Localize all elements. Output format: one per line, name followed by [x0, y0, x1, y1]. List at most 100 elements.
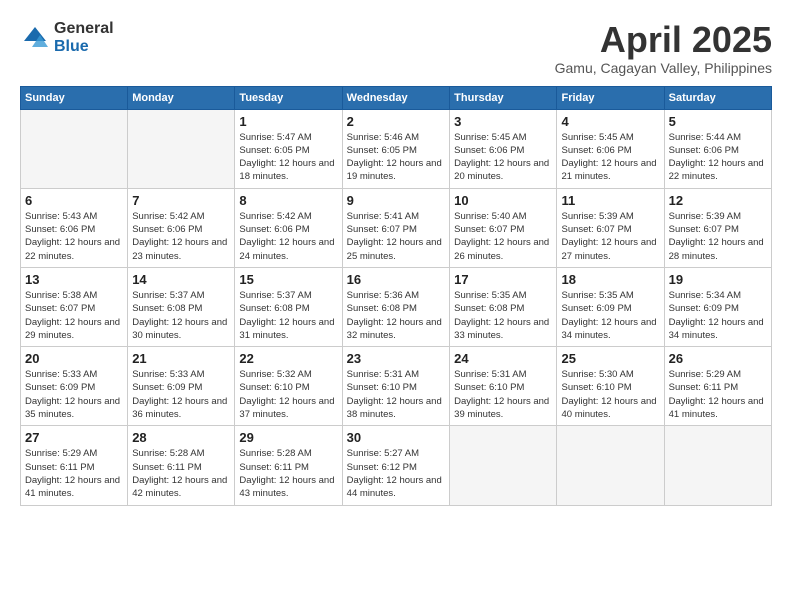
day-number: 14	[132, 272, 230, 287]
day-number: 25	[561, 351, 659, 366]
weekday-header: Sunday	[21, 86, 128, 109]
day-info: Sunrise: 5:38 AMSunset: 6:07 PMDaylight:…	[25, 289, 123, 342]
calendar-day-cell	[557, 426, 664, 505]
calendar-table: SundayMondayTuesdayWednesdayThursdayFrid…	[20, 86, 772, 506]
calendar-day-cell: 21 Sunrise: 5:33 AMSunset: 6:09 PMDayligh…	[128, 347, 235, 426]
calendar-day-cell: 29 Sunrise: 5:28 AMSunset: 6:11 PMDayligh…	[235, 426, 342, 505]
day-info: Sunrise: 5:29 AMSunset: 6:11 PMDaylight:…	[25, 447, 123, 500]
calendar-day-cell: 1 Sunrise: 5:47 AMSunset: 6:05 PMDaylight…	[235, 109, 342, 188]
day-number: 21	[132, 351, 230, 366]
day-info: Sunrise: 5:45 AMSunset: 6:06 PMDaylight:…	[561, 131, 659, 184]
day-number: 27	[25, 430, 123, 445]
calendar-day-cell: 30Sunrise: 5:27 AMSunset: 6:12 PMDayligh…	[342, 426, 449, 505]
calendar-day-cell: 17 Sunrise: 5:35 AMSunset: 6:08 PMDayligh…	[450, 267, 557, 346]
day-info: Sunrise: 5:44 AMSunset: 6:06 PMDaylight:…	[669, 131, 767, 184]
day-info: Sunrise: 5:33 AMSunset: 6:09 PMDaylight:…	[25, 368, 123, 421]
calendar-day-cell	[21, 109, 128, 188]
day-number: 10	[454, 193, 552, 208]
calendar-day-cell: 12 Sunrise: 5:39 AMSunset: 6:07 PMDayligh…	[664, 188, 771, 267]
day-info: Sunrise: 5:28 AMSunset: 6:11 PMDaylight:…	[239, 447, 337, 500]
day-info: Sunrise: 5:36 AMSunset: 6:08 PMDaylight:…	[347, 289, 445, 342]
day-number: 18	[561, 272, 659, 287]
day-info: Sunrise: 5:31 AMSunset: 6:10 PMDaylight:…	[347, 368, 445, 421]
day-number: 24	[454, 351, 552, 366]
logo: General Blue	[20, 20, 114, 55]
day-number: 9	[347, 193, 445, 208]
calendar-day-cell: 28 Sunrise: 5:28 AMSunset: 6:11 PMDayligh…	[128, 426, 235, 505]
calendar-day-cell: 23 Sunrise: 5:31 AMSunset: 6:10 PMDayligh…	[342, 347, 449, 426]
weekday-header: Tuesday	[235, 86, 342, 109]
day-info: Sunrise: 5:31 AMSunset: 6:10 PMDaylight:…	[454, 368, 552, 421]
calendar-week-row: 27 Sunrise: 5:29 AMSunset: 6:11 PMDayligh…	[21, 426, 772, 505]
calendar-day-cell: 22 Sunrise: 5:32 AMSunset: 6:10 PMDayligh…	[235, 347, 342, 426]
day-info: Sunrise: 5:45 AMSunset: 6:06 PMDaylight:…	[454, 131, 552, 184]
calendar-day-cell: 5 Sunrise: 5:44 AMSunset: 6:06 PMDaylight…	[664, 109, 771, 188]
calendar-day-cell: 2Sunrise: 5:46 AMSunset: 6:05 PMDaylight…	[342, 109, 449, 188]
calendar-day-cell: 27 Sunrise: 5:29 AMSunset: 6:11 PMDayligh…	[21, 426, 128, 505]
day-info: Sunrise: 5:29 AMSunset: 6:11 PMDaylight:…	[669, 368, 767, 421]
weekday-header: Monday	[128, 86, 235, 109]
day-number: 7	[132, 193, 230, 208]
day-info: Sunrise: 5:34 AMSunset: 6:09 PMDaylight:…	[669, 289, 767, 342]
calendar-day-cell: 9 Sunrise: 5:41 AMSunset: 6:07 PMDaylight…	[342, 188, 449, 267]
day-number: 5	[669, 114, 767, 129]
logo-general: General	[54, 20, 114, 38]
day-info: Sunrise: 5:43 AMSunset: 6:06 PMDaylight:…	[25, 210, 123, 263]
calendar-day-cell: 11Sunrise: 5:39 AMSunset: 6:07 PMDayligh…	[557, 188, 664, 267]
day-number: 30	[347, 430, 445, 445]
calendar-day-cell	[450, 426, 557, 505]
calendar-week-row: 20 Sunrise: 5:33 AMSunset: 6:09 PMDayligh…	[21, 347, 772, 426]
day-info: Sunrise: 5:39 AMSunset: 6:07 PMDaylight:…	[669, 210, 767, 263]
day-number: 15	[239, 272, 337, 287]
logo-icon	[20, 23, 50, 53]
day-number: 17	[454, 272, 552, 287]
calendar-day-cell: 6Sunrise: 5:43 AMSunset: 6:06 PMDaylight…	[21, 188, 128, 267]
day-info: Sunrise: 5:30 AMSunset: 6:10 PMDaylight:…	[561, 368, 659, 421]
calendar-day-cell: 14 Sunrise: 5:37 AMSunset: 6:08 PMDayligh…	[128, 267, 235, 346]
weekday-header: Friday	[557, 86, 664, 109]
day-info: Sunrise: 5:28 AMSunset: 6:11 PMDaylight:…	[132, 447, 230, 500]
day-info: Sunrise: 5:37 AMSunset: 6:08 PMDaylight:…	[239, 289, 337, 342]
weekday-header: Saturday	[664, 86, 771, 109]
day-info: Sunrise: 5:32 AMSunset: 6:10 PMDaylight:…	[239, 368, 337, 421]
day-number: 20	[25, 351, 123, 366]
day-number: 29	[239, 430, 337, 445]
calendar-day-cell: 19Sunrise: 5:34 AMSunset: 6:09 PMDayligh…	[664, 267, 771, 346]
day-info: Sunrise: 5:41 AMSunset: 6:07 PMDaylight:…	[347, 210, 445, 263]
calendar-day-cell: 7Sunrise: 5:42 AMSunset: 6:06 PMDaylight…	[128, 188, 235, 267]
day-number: 12	[669, 193, 767, 208]
title-block: April 2025 Gamu, Cagayan Valley, Philipp…	[555, 20, 772, 76]
calendar-day-cell: 8Sunrise: 5:42 AMSunset: 6:06 PMDaylight…	[235, 188, 342, 267]
calendar-day-cell	[128, 109, 235, 188]
calendar-day-cell: 16 Sunrise: 5:36 AMSunset: 6:08 PMDayligh…	[342, 267, 449, 346]
calendar-day-cell: 20 Sunrise: 5:33 AMSunset: 6:09 PMDayligh…	[21, 347, 128, 426]
calendar-header-row: SundayMondayTuesdayWednesdayThursdayFrid…	[21, 86, 772, 109]
calendar-week-row: 1 Sunrise: 5:47 AMSunset: 6:05 PMDaylight…	[21, 109, 772, 188]
page-header: General Blue April 2025 Gamu, Cagayan Va…	[20, 20, 772, 76]
day-number: 4	[561, 114, 659, 129]
calendar-day-cell: 18 Sunrise: 5:35 AMSunset: 6:09 PMDayligh…	[557, 267, 664, 346]
day-number: 28	[132, 430, 230, 445]
day-number: 22	[239, 351, 337, 366]
day-info: Sunrise: 5:35 AMSunset: 6:09 PMDaylight:…	[561, 289, 659, 342]
calendar-week-row: 13Sunrise: 5:38 AMSunset: 6:07 PMDayligh…	[21, 267, 772, 346]
day-info: Sunrise: 5:47 AMSunset: 6:05 PMDaylight:…	[239, 131, 337, 184]
day-info: Sunrise: 5:37 AMSunset: 6:08 PMDaylight:…	[132, 289, 230, 342]
calendar-day-cell: 15 Sunrise: 5:37 AMSunset: 6:08 PMDayligh…	[235, 267, 342, 346]
calendar-day-cell: 26 Sunrise: 5:29 AMSunset: 6:11 PMDayligh…	[664, 347, 771, 426]
logo-blue: Blue	[54, 38, 114, 56]
day-info: Sunrise: 5:40 AMSunset: 6:07 PMDaylight:…	[454, 210, 552, 263]
calendar-day-cell	[664, 426, 771, 505]
calendar-day-cell: 4 Sunrise: 5:45 AMSunset: 6:06 PMDaylight…	[557, 109, 664, 188]
day-number: 23	[347, 351, 445, 366]
day-number: 11	[561, 193, 659, 208]
day-number: 2	[347, 114, 445, 129]
day-number: 1	[239, 114, 337, 129]
day-info: Sunrise: 5:42 AMSunset: 6:06 PMDaylight:…	[239, 210, 337, 263]
day-number: 16	[347, 272, 445, 287]
day-info: Sunrise: 5:33 AMSunset: 6:09 PMDaylight:…	[132, 368, 230, 421]
day-number: 26	[669, 351, 767, 366]
calendar-day-cell: 24 Sunrise: 5:31 AMSunset: 6:10 PMDayligh…	[450, 347, 557, 426]
day-info: Sunrise: 5:35 AMSunset: 6:08 PMDaylight:…	[454, 289, 552, 342]
month-title: April 2025	[555, 20, 772, 60]
